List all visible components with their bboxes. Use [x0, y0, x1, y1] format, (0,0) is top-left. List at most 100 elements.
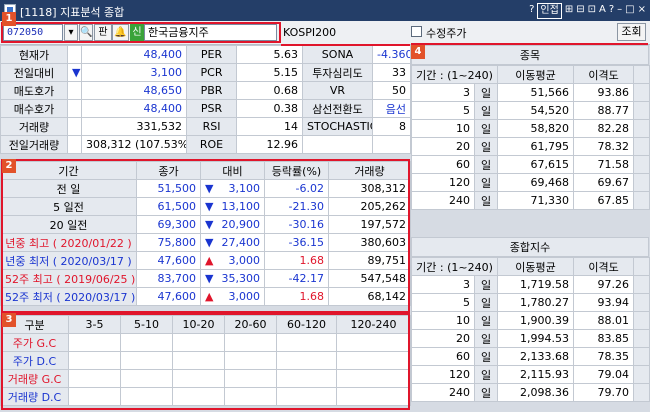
index-label: KOSPI200 [283, 26, 337, 39]
ma-row: 5 일 1,780.27 93.94 [411, 293, 650, 312]
summary-cell [302, 135, 373, 154]
font-icon[interactable]: A [599, 3, 606, 19]
period-diff-value: 3,000 [228, 254, 261, 267]
lookup-button[interactable]: 조회 [617, 23, 646, 41]
summary-row: 전일거래량 308,312 (107.53%) ROE 12.96 [0, 135, 411, 154]
ma-period-input[interactable]: 3 [411, 83, 475, 102]
period-diff-value: 3,100 [228, 182, 261, 195]
signal-label: 거래량 G.C [0, 369, 69, 388]
close-icon[interactable]: × [638, 3, 646, 19]
ma-disparity: 88.01 [573, 311, 635, 330]
ma-average: 54,520 [497, 101, 575, 120]
up-arrow-icon: ▲ [205, 254, 214, 267]
ma-average: 1,900.39 [497, 311, 575, 330]
signal-cell [336, 351, 411, 370]
signal-row: 주가 G.C [0, 333, 411, 352]
ma-disparity: 78.32 [573, 137, 635, 156]
summary-cell: PBR [186, 81, 237, 100]
maximize-icon[interactable]: □ [625, 3, 634, 19]
ma-scroll-cell [633, 275, 650, 294]
adjusted-price-checkbox[interactable] [411, 26, 422, 37]
period-diff-value: 35,300 [221, 272, 261, 285]
stock-code-input[interactable] [3, 24, 63, 41]
signal-cell [336, 387, 411, 406]
ma-disparity: 82.28 [573, 119, 635, 138]
signal-cell [224, 369, 277, 388]
period-diff-value: 27,400 [221, 236, 261, 249]
ma-row: 60 일 67,615 71.58 [411, 155, 650, 174]
ma-scroll-cell [633, 137, 650, 156]
ma-period-input[interactable]: 120 [411, 365, 475, 384]
title-bar: [1118] 지표분석 종합 ? 인접 ⊞ ⊟ ⊡ A ? – □ × [0, 0, 650, 21]
ma-average: 1,994.53 [497, 329, 575, 348]
ma-period-input[interactable]: 5 [411, 101, 475, 120]
ma-period-input[interactable]: 120 [411, 173, 475, 192]
print-icon[interactable]: ⊟ [576, 3, 584, 19]
pan-button[interactable]: 판 [94, 24, 112, 41]
minimize-icon[interactable]: – [617, 3, 622, 19]
ma-day-label: 일 [473, 119, 499, 138]
summary-cell: VR [302, 81, 373, 100]
badge-3: 3 [2, 313, 16, 327]
period-rate: 1.68 [264, 287, 329, 306]
ma-disparity: 83.85 [573, 329, 635, 348]
period-label: 52주 최고 ( 2019/06/25 ) [0, 269, 137, 288]
ma-period-input[interactable]: 20 [411, 137, 475, 156]
ma-period-input[interactable]: 10 [411, 119, 475, 138]
bell-icon[interactable]: 🔔 [112, 24, 129, 41]
credit-badge: 신 [130, 24, 144, 41]
ma-day-label: 일 [473, 275, 499, 294]
question-icon[interactable]: ? [609, 3, 614, 19]
ma-day-label: 일 [473, 137, 499, 156]
signal-cell [336, 369, 411, 388]
period-row: 52주 최고 ( 2019/06/25 ) 83,700 ▼ 35,300 -42.17… [0, 269, 411, 288]
link-button[interactable]: 인접 [537, 3, 562, 19]
ma-row: 240 일 2,098.36 79.70 [411, 383, 650, 402]
ma-average: 51,566 [497, 83, 575, 102]
period-header: 종가 [136, 161, 201, 180]
signal-row: 주가 D.C [0, 351, 411, 370]
badge-1: 1 [2, 12, 16, 26]
capture-icon[interactable]: ⊡ [588, 3, 596, 19]
period-rate: -42.17 [264, 269, 329, 288]
search-icon[interactable]: 🔍 [79, 24, 93, 41]
signal-cell [68, 333, 121, 352]
signal-cell [120, 333, 173, 352]
ma-period-input[interactable]: 10 [411, 311, 475, 330]
signal-label: 거래량 D.C [0, 387, 69, 406]
badge-2: 2 [2, 159, 16, 173]
ma-scroll-cell [633, 293, 650, 312]
ma-period-input[interactable]: 240 [411, 191, 475, 210]
ma-row: 3 일 1,719.58 97.26 [411, 275, 650, 294]
ma-period-input[interactable]: 3 [411, 275, 475, 294]
summary-cell: 50 [372, 81, 411, 100]
adjusted-price-label: 수정주가 [426, 27, 467, 40]
summary-cell: 308,312 (107.53%) [81, 135, 187, 154]
ma-day-label: 일 [473, 191, 499, 210]
ma-average: 1,780.27 [497, 293, 575, 312]
code-dropdown-button[interactable]: ▾ [64, 24, 78, 41]
ma-period-input[interactable]: 20 [411, 329, 475, 348]
period-close: 47,600 [136, 287, 201, 306]
ma-scroll-header [633, 65, 650, 84]
ma-period-input[interactable]: 240 [411, 383, 475, 402]
ma-period-input[interactable]: 5 [411, 293, 475, 312]
signal-cell [224, 387, 277, 406]
ma-average: 2,133.68 [497, 347, 575, 366]
period-volume: 197,572 [328, 215, 411, 234]
summary-cell: STOCHASTIC [302, 117, 373, 136]
ma-disparity: 79.70 [573, 383, 635, 402]
signal-header: 60-120 [276, 315, 337, 334]
screen-icon[interactable]: ⊞ [565, 3, 573, 19]
ma-period-input[interactable]: 60 [411, 155, 475, 174]
stock-name-field[interactable]: 한국금융지주 [144, 24, 277, 41]
summary-row: 현재가 48,400 PER 5.63 SONA -4.360 [0, 45, 411, 64]
summary-cell: PCR [186, 63, 237, 82]
ma-day-label: 일 [473, 347, 499, 366]
help-icon[interactable]: ? [529, 3, 534, 19]
ma-period-input[interactable]: 60 [411, 347, 475, 366]
period-diff: ▼ 3,100 [200, 179, 265, 198]
ma-row: 20 일 61,795 78.32 [411, 137, 650, 156]
ma-average-header: 이동평균 [497, 65, 575, 84]
ma-disparity: 67.85 [573, 191, 635, 210]
